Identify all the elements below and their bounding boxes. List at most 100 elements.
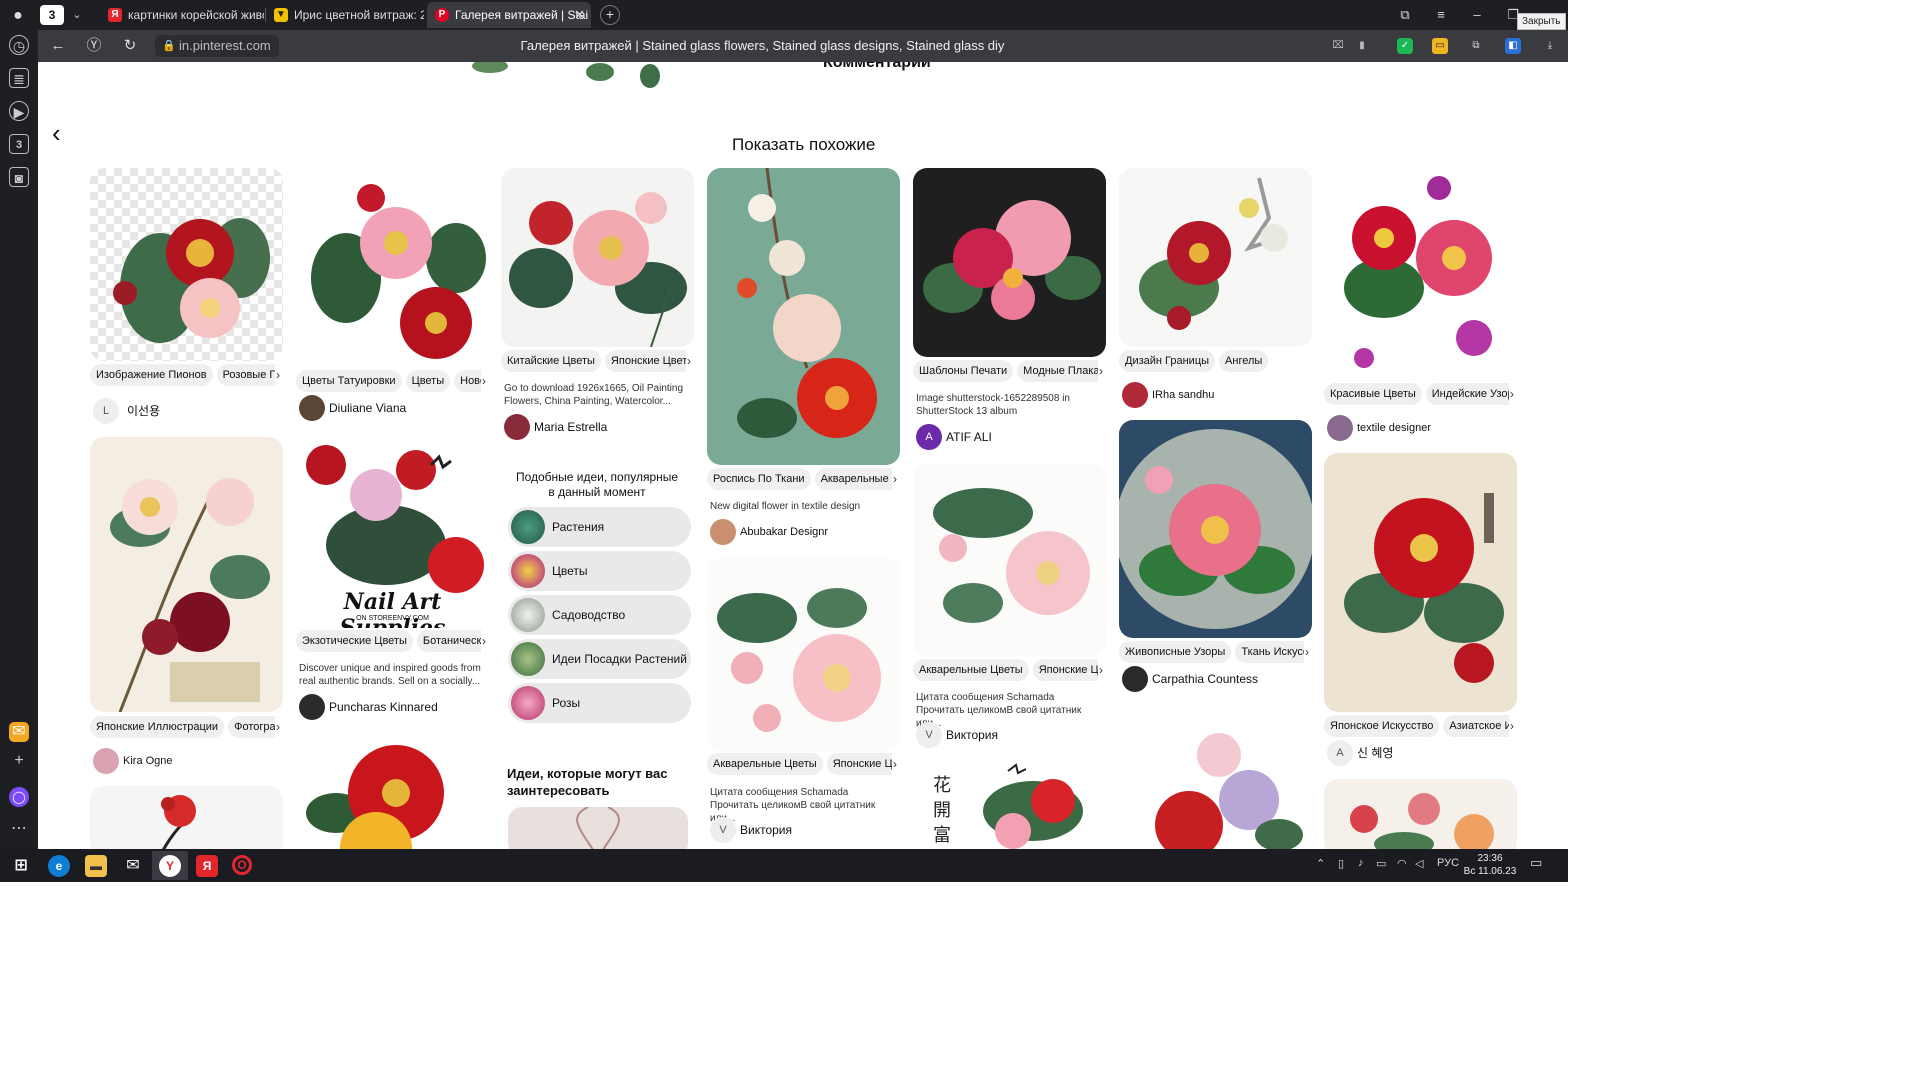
pin-image[interactable] xyxy=(913,463,1106,656)
tab-count-icon[interactable]: 3 xyxy=(9,134,29,154)
download-icon[interactable]: ⤓ xyxy=(1542,38,1558,54)
chip[interactable]: Акварельные Цветы xyxy=(814,468,892,490)
extension-icon[interactable]: ◧ xyxy=(1505,38,1521,54)
pin-image[interactable] xyxy=(296,733,489,849)
chip[interactable]: Индейские Узоры xyxy=(1425,383,1509,405)
notification-icon[interactable]: ▭ xyxy=(1530,855,1542,871)
yandex-browser-icon[interactable]: Y xyxy=(159,855,181,877)
chevron-right-icon[interactable]: › xyxy=(893,472,897,486)
tab-3-active[interactable]: P Галерея витражей | Stai ✕ xyxy=(427,2,591,28)
opera-icon[interactable]: O xyxy=(232,855,252,875)
new-tab-button[interactable]: + xyxy=(600,5,620,25)
yandex-icon[interactable]: Я xyxy=(196,855,218,877)
pin-image[interactable]: Nail Art Supplies ON STOREENVY.COM xyxy=(296,435,489,628)
add-icon[interactable]: + xyxy=(9,751,29,771)
chip[interactable]: Акварельные Цветы xyxy=(913,659,1029,681)
idea-item-roses[interactable]: Розы xyxy=(508,683,691,723)
chevron-right-icon[interactable]: › xyxy=(276,368,280,382)
chip[interactable]: Розовые Пионы xyxy=(216,364,275,386)
tray-arrow-icon[interactable]: ⌃ xyxy=(1316,857,1325,870)
back-arrow-icon[interactable]: ← xyxy=(48,36,68,56)
chevron-right-icon[interactable]: › xyxy=(1305,645,1309,659)
chip[interactable]: Экзотические Цветы xyxy=(296,630,413,652)
back-chevron-icon[interactable]: ‹ xyxy=(52,118,78,148)
chevron-right-icon[interactable]: › xyxy=(1510,719,1514,733)
translate-icon[interactable]: ⌧ xyxy=(1330,38,1346,54)
yandex-logo-icon[interactable]: Ⓨ xyxy=(84,36,104,56)
play-icon[interactable]: ▶ xyxy=(9,101,29,121)
wifi-icon[interactable]: ◠ xyxy=(1397,857,1407,870)
chip[interactable]: Роспись По Ткани xyxy=(707,468,811,490)
chip[interactable]: Ангелы xyxy=(1219,350,1269,372)
chip[interactable]: Японское Искусство xyxy=(1324,715,1440,737)
chevron-right-icon[interactable]: › xyxy=(482,374,486,388)
chevron-right-icon[interactable]: › xyxy=(893,757,897,771)
pin-image[interactable] xyxy=(90,437,283,712)
pin-image[interactable] xyxy=(1324,779,1517,849)
notes-icon[interactable]: ≣ xyxy=(9,68,29,88)
tab-2[interactable]: ▼ Ирис цветной витраж: 2 т xyxy=(266,2,424,28)
tray-device-icon[interactable]: ▯ xyxy=(1338,857,1344,870)
chip[interactable]: Японские Цветы xyxy=(826,753,892,775)
chip[interactable]: Цветы Татуировки xyxy=(296,370,402,392)
pin-image[interactable] xyxy=(90,786,283,849)
clock[interactable]: 23:36 Вс 11.06.23 xyxy=(1462,852,1518,878)
tab-count-button[interactable]: 3 xyxy=(40,5,64,25)
collections-icon[interactable]: ⧉ xyxy=(1468,38,1484,54)
windows-start-icon[interactable]: ⊞ xyxy=(10,855,32,877)
more-icon[interactable]: ⋯ xyxy=(9,819,29,839)
minimize-button[interactable]: – xyxy=(1466,4,1488,26)
idea-item-flowers[interactable]: Цветы xyxy=(508,551,691,591)
pin-image[interactable] xyxy=(90,168,283,361)
mail-icon[interactable]: ✉ xyxy=(9,722,29,742)
pin-image[interactable] xyxy=(508,807,688,849)
chevron-down-icon[interactable]: ⌄ xyxy=(68,5,86,25)
menu-icon[interactable]: ≡ xyxy=(1430,4,1452,26)
chevron-right-icon[interactable]: › xyxy=(1099,663,1103,677)
idea-item-planting[interactable]: Идеи Посадки Растений xyxy=(508,639,691,679)
pin-image[interactable] xyxy=(1119,420,1312,638)
pin-image[interactable] xyxy=(913,168,1106,357)
pin-image[interactable] xyxy=(1324,453,1517,712)
chip[interactable]: Живописные Узоры xyxy=(1119,641,1232,663)
chip[interactable]: Ботанические xyxy=(416,630,481,652)
chip[interactable]: Шаблоны Печати xyxy=(913,360,1014,382)
chip[interactable]: Китайские Цветы xyxy=(501,350,601,372)
chip[interactable]: Азиатское Искусство xyxy=(1443,715,1509,737)
chip[interactable]: Японские Цветы xyxy=(604,350,686,372)
chip[interactable]: Японские Иллюстрации xyxy=(90,716,225,738)
pin-image[interactable] xyxy=(1119,168,1312,347)
close-icon[interactable]: ✕ xyxy=(574,2,585,28)
chip[interactable]: Новогодние xyxy=(454,370,481,392)
mail-icon[interactable]: ✉ xyxy=(122,855,144,877)
chip[interactable]: Дизайн Границы xyxy=(1119,350,1216,372)
reload-icon[interactable]: ↻ xyxy=(120,36,140,56)
idea-item-plants[interactable]: Растения xyxy=(508,507,691,547)
pin-image[interactable] xyxy=(1324,168,1517,380)
pin-image[interactable] xyxy=(1119,705,1312,849)
chevron-right-icon[interactable]: › xyxy=(482,634,486,648)
pin-image[interactable]: 花開富 xyxy=(913,761,1106,849)
chip[interactable]: Изображение Пионов xyxy=(90,364,213,386)
battery-icon[interactable]: ▭ xyxy=(1376,857,1386,870)
history-icon[interactable]: ◷ xyxy=(9,35,29,55)
chevron-right-icon[interactable]: › xyxy=(687,354,691,368)
bookmark-icon[interactable]: ▮ xyxy=(1354,38,1370,54)
chip[interactable]: Ткань Искусство xyxy=(1235,641,1304,663)
chevron-right-icon[interactable]: › xyxy=(1510,387,1514,401)
pin-image[interactable] xyxy=(707,168,900,465)
chevron-right-icon[interactable]: › xyxy=(1099,364,1103,378)
tab-1[interactable]: Я картинки корейской живо xyxy=(100,2,264,28)
edge-icon[interactable]: e xyxy=(48,855,70,877)
chip[interactable]: Фотография xyxy=(228,716,275,738)
url-field[interactable]: 🔒 in.pinterest.com xyxy=(155,35,279,57)
language-indicator[interactable]: РУС xyxy=(1437,857,1459,869)
screenshot-icon[interactable]: ◙ xyxy=(9,167,29,187)
speaker-icon[interactable]: ◁ xyxy=(1415,857,1423,870)
chip[interactable]: Японские Цветы xyxy=(1032,659,1098,681)
chevron-right-icon[interactable]: › xyxy=(276,720,280,734)
shield-icon[interactable]: ✓ xyxy=(1397,38,1413,54)
pin-image[interactable] xyxy=(296,168,489,367)
profile-icon[interactable]: ● xyxy=(8,6,28,26)
alice-icon[interactable]: ◯ xyxy=(9,787,29,807)
